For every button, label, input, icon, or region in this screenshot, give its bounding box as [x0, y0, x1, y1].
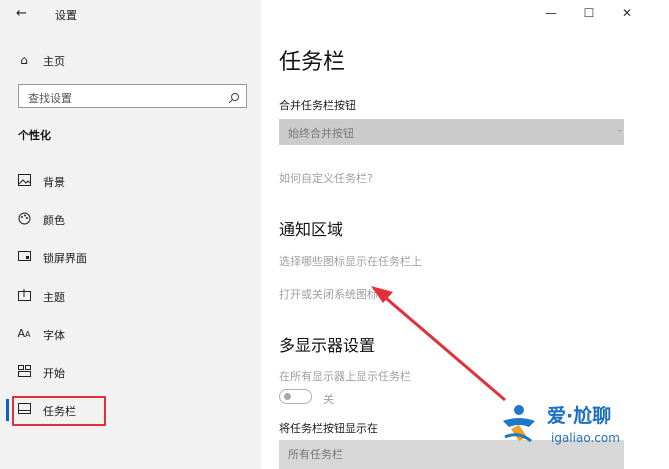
section-title: 个性化	[18, 129, 51, 142]
watermark: 爱·尬聊 igaliao.com	[497, 395, 669, 455]
palette-icon	[17, 212, 31, 226]
sidebar-item-colors[interactable]: 颜色	[0, 205, 261, 233]
sidebar-item-label: 主页	[43, 55, 65, 68]
watermark-domain: igaliao.com	[551, 431, 620, 445]
sidebar-item-background[interactable]: 背景	[0, 167, 261, 195]
theme-icon	[17, 289, 31, 303]
sidebar-item-themes[interactable]: 主题	[0, 282, 261, 310]
sidebar-item-label: 开始	[43, 367, 65, 380]
sidebar-item-label: 背景	[43, 176, 65, 189]
search-placeholder: 查找设置	[28, 92, 72, 105]
window-title: 设置	[55, 9, 77, 22]
sidebar: ← 设置 ⌂ 主页 查找设置 个性化 背景 颜色 锁屏界面 主题 AA 字体 开…	[0, 0, 261, 469]
search-icon[interactable]	[228, 89, 240, 104]
sidebar-item-lockscreen[interactable]: 锁屏界面	[0, 243, 261, 271]
picture-icon	[17, 174, 31, 188]
main-content: — ☐ ✕ 任务栏 合并任务栏按钮 始终合并按钮 ⌄ 如何自定义任务栏? 通知区…	[261, 0, 669, 469]
search-input[interactable]: 查找设置	[18, 84, 247, 108]
start-icon	[17, 365, 31, 379]
back-arrow-icon[interactable]: ←	[16, 6, 27, 21]
sidebar-item-home[interactable]: ⌂ 主页	[0, 46, 261, 74]
sidebar-item-start[interactable]: 开始	[0, 358, 261, 386]
home-icon: ⌂	[20, 53, 28, 67]
sidebar-item-label: 锁屏界面	[43, 252, 87, 265]
watermark-logo-icon	[503, 405, 535, 443]
sidebar-item-label: 字体	[43, 329, 65, 342]
sidebar-item-label: 颜色	[43, 214, 65, 227]
watermark-brand: 爱·尬聊	[547, 405, 612, 427]
highlight-box	[12, 396, 106, 426]
font-icon: AA	[17, 327, 31, 340]
lock-screen-icon	[17, 250, 31, 264]
sidebar-item-label: 主题	[43, 291, 65, 304]
sidebar-item-fonts[interactable]: AA 字体	[0, 320, 261, 348]
